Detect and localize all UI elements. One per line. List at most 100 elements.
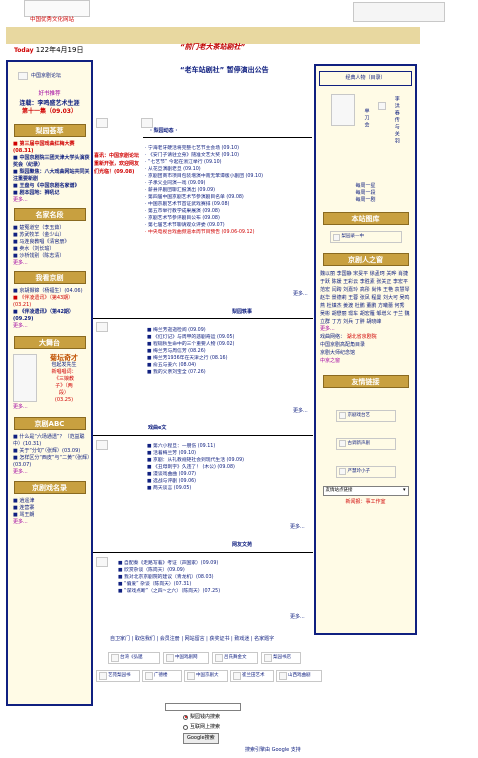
news-image [96, 118, 108, 128]
news-item[interactable]: · 薪县评剧团聊汇报演出 (09.09) [145, 187, 313, 194]
google-search-button[interactable]: Google搜索 [183, 733, 219, 744]
people-names[interactable]: 魏以丽 李国静 宋旻平 徐孟珂 关晔 肖捷 于跃 陈媛 王彩云 李胜素 张关正 … [316, 266, 415, 326]
list-item[interactable]: ■ 第三届中国戏曲红梅大赛(08.31) [8, 141, 91, 155]
serial-title[interactable]: 连载：李鸣盛艺术生涯 [8, 100, 91, 108]
partner-link[interactable]: 崔兰田艺术 [230, 670, 274, 682]
notice-title[interactable]: “老车站剧社” 暂停演出公告 [180, 66, 269, 75]
list-item[interactable]: ■ 梨园聚焦：八大戏曲网站共同关注重要新剧 [8, 169, 91, 183]
news-item[interactable]: ■ 漫谈戏曲曲 (09.07) [147, 471, 312, 478]
more-link[interactable]: 更多... [8, 260, 91, 266]
news-item[interactable]: ■ 选战与评剧 (09.06) [147, 478, 312, 485]
network-value[interactable]: 湖北省京剧院 [347, 334, 377, 340]
gallery-link[interactable]: 梨园录—中 [329, 231, 402, 243]
news-item[interactable]: · 京剧团商市项目包装增演中南无笨谭版小剧团 (09.10) [145, 173, 313, 180]
feature-line[interactable]: 段） [37, 390, 91, 397]
partner-link[interactable]: 艺苑梨园书 [96, 670, 140, 682]
list-item[interactable]: ■ 《伴凌遗讯》（第42期）(09.29) [8, 309, 91, 323]
news-item[interactable]: · 第五市举行教学成果展演 (09.08) [145, 208, 313, 215]
news-item[interactable]: ■ 梅兰芳与周信芳 (08.26) [147, 348, 312, 355]
news-item[interactable]: ■ 自配秦《走路写着》考证（声国家）(09.09) [118, 560, 313, 567]
news-item[interactable]: · 从花旦演剧老旦 (09.10) [145, 166, 313, 173]
more-link[interactable]: 更多... [316, 326, 415, 332]
more-link[interactable]: 更多... [293, 291, 308, 297]
search-input[interactable] [165, 703, 241, 711]
news-item[interactable]: ■ 活着梅兰芳 (09.10) [147, 450, 312, 457]
news-item[interactable]: ■ 程砚秋生命中的三个重要人物 (09.02) [147, 341, 312, 348]
news-item[interactable]: · 宁海老牙硬活将完整七艺节主会场 (09.10) [145, 145, 313, 152]
partner-link[interactable]: 台湾《弘邈 [108, 652, 160, 664]
date-display: Today 122年4月19日 [14, 46, 83, 55]
list-item[interactable]: ■ 王盘与《中国京剧名家谱》 [8, 183, 91, 190]
partner-label: 崔兰田艺术 [242, 673, 265, 679]
network-item[interactable]: 京剧大师纪念馆 [316, 349, 415, 357]
person-name[interactable]: 单刀会 [363, 94, 370, 145]
partner-link[interactable]: 中国戏剧网 [163, 652, 209, 664]
news-item[interactable]: · 第七届艺术节聊请观众评委 (09.07) [145, 222, 313, 229]
friend-link[interactable]: 古调新声剧 [335, 437, 396, 450]
more-link[interactable]: 更多... [8, 323, 91, 329]
partner-link[interactable]: 广德楼 [142, 670, 182, 682]
list-item[interactable]: ■ 怎样区分“西皮”与“二黄”（张辉）(03.07) [8, 455, 91, 469]
promo-text[interactable]: 喜讯：中国京剧论坛重新开张，欢迎网友们光临！(09.08) [94, 152, 140, 176]
news-item[interactable]: · 第四届中国京剧艺术节参演剧目名单 (09.08) [145, 194, 313, 201]
section-header-stage: 大舞台 [13, 335, 86, 349]
news-item[interactable]: · “七艺节” 今起在浙江举行 (09.10) [145, 159, 313, 166]
list-item[interactable]: ■ 连营寨 [8, 505, 91, 512]
news-item[interactable]: · 子承父业同演一戏 (09.09) [145, 180, 313, 187]
news-item[interactable]: ■ 我对北京京剧院的建议（青龙机）(08.03) [118, 574, 313, 581]
site-logo[interactable] [24, 0, 90, 17]
more-link[interactable]: 更多... [293, 408, 308, 414]
list-item[interactable]: ■ 骂王朗 [8, 512, 91, 519]
footer-links[interactable]: 自卫家门 | 取信我们 | 会员注册 | 网站留言 | 获奖证书 | 致戏迷 |… [110, 636, 320, 642]
partner-label: 吕氏舞金文 [224, 655, 247, 661]
serial-episode[interactable]: 第十一集（09.03） [8, 108, 91, 116]
network-item[interactable]: 中国京剧高配角目录 [316, 341, 415, 349]
more-link[interactable]: 更多... [290, 524, 305, 530]
list-item[interactable]: ■ 关于“分句”（张辉）(03.09) [8, 448, 91, 455]
forum-link[interactable]: 中国京剧论坛 [31, 73, 61, 79]
news-item[interactable]: · 《安门子请驻立身》随准文艺大奖 (09.10) [145, 152, 313, 159]
news-item[interactable]: ■ “偏爱” 杂谈（陈岗天）(07.31) [118, 581, 313, 588]
news-item[interactable]: ■ 京剧：从礼教规矩社会到现代生活 (09.09) [147, 457, 312, 464]
partner-link[interactable]: 中国京剧大 [184, 670, 228, 682]
search-option-web[interactable]: 互联网上搜索 [183, 724, 220, 730]
list-item[interactable]: ■ 逍遥津 [8, 498, 91, 505]
friend-link[interactable]: 严慧玲小子 [335, 465, 396, 478]
section-label-anecdotes: 梨园轶事 [232, 309, 253, 315]
news-item[interactable]: ■ 两天谈言 (09.05) [147, 485, 312, 492]
list-item[interactable]: ■ 什么是“六场通透”？（范益聪中）(10.31) [8, 434, 91, 448]
news-item[interactable]: ■ “谋戏点断”（之四~之六）（陈岗天）(07.25) [118, 588, 313, 595]
news-item[interactable]: ■ 《丑母刺字》久违了！ (木公) (09.08) [147, 464, 312, 471]
news-item[interactable]: ■ 第六小程旦：一朋伤 (09.11) [147, 443, 312, 450]
more-link[interactable]: 更多... [290, 614, 305, 620]
network-item[interactable]: 中京之窗 [316, 357, 415, 365]
more-link[interactable]: 更多... [8, 519, 91, 525]
news-item[interactable]: ■ 俞五与姜六 (08.04) [147, 362, 312, 369]
partner-link[interactable]: 吕氏舞金文 [212, 652, 258, 664]
more-link[interactable]: 更多... [8, 197, 91, 203]
news-item[interactable]: · 中国京剧艺术节首证武戏赛排 (09.08) [145, 201, 313, 208]
more-link[interactable]: 更多... [8, 404, 91, 410]
news-item[interactable]: ■ 梅兰芳逝逝检阅 (09.09) [147, 327, 312, 334]
news-item[interactable]: ■ 我的父亲刘宝全 (07.26) [147, 369, 312, 376]
news-item[interactable]: ■ 欣赏杂谈（陈岗天）(09.09) [118, 567, 313, 574]
more-link[interactable]: 更多... [8, 469, 91, 475]
news-item[interactable]: ■ 梅兰芳1936年在天津之行 (08.16) [147, 355, 312, 362]
daily-item[interactable]: 每周一剧 [316, 197, 415, 204]
friend-site-select[interactable]: 友情站点链接 ▾ [322, 485, 409, 496]
partner-link[interactable]: 山西戏曲剧 [276, 670, 322, 682]
person-catalog-link[interactable]: 经典人物（目录） [319, 71, 412, 86]
top-navigation-bar [6, 27, 420, 44]
friend-link[interactable]: 京剧戏台艺 [335, 409, 396, 422]
partner-link[interactable]: 梨园书店 [261, 652, 301, 664]
daily-item[interactable]: 每周一段 [316, 190, 415, 197]
list-item[interactable]: ■ 剧本园地：狮吼记 [8, 190, 91, 197]
list-item[interactable]: ■ 中国京剧院三团天津大学头演获奖会（纪录） [8, 155, 91, 169]
list-item[interactable]: ■ 《伴凌遗讯》（第43期）(03.21) [8, 295, 91, 309]
news-item[interactable]: · 中央电视台戏曲频道本周节目预告 (09.06-09.12) [145, 229, 313, 236]
news-item[interactable]: ■ 《红灯记》与周甲的悲剧奇运 (09.05) [147, 334, 312, 341]
news-item[interactable]: · 京剧艺术节参评剧目公布 (09.08) [145, 215, 313, 222]
person-desc[interactable]: 李洪春传与关羽 [394, 94, 400, 145]
daily-item[interactable]: 每周一星 [316, 183, 415, 190]
search-option-site[interactable]: 梨园钱内搜索 [183, 714, 220, 720]
